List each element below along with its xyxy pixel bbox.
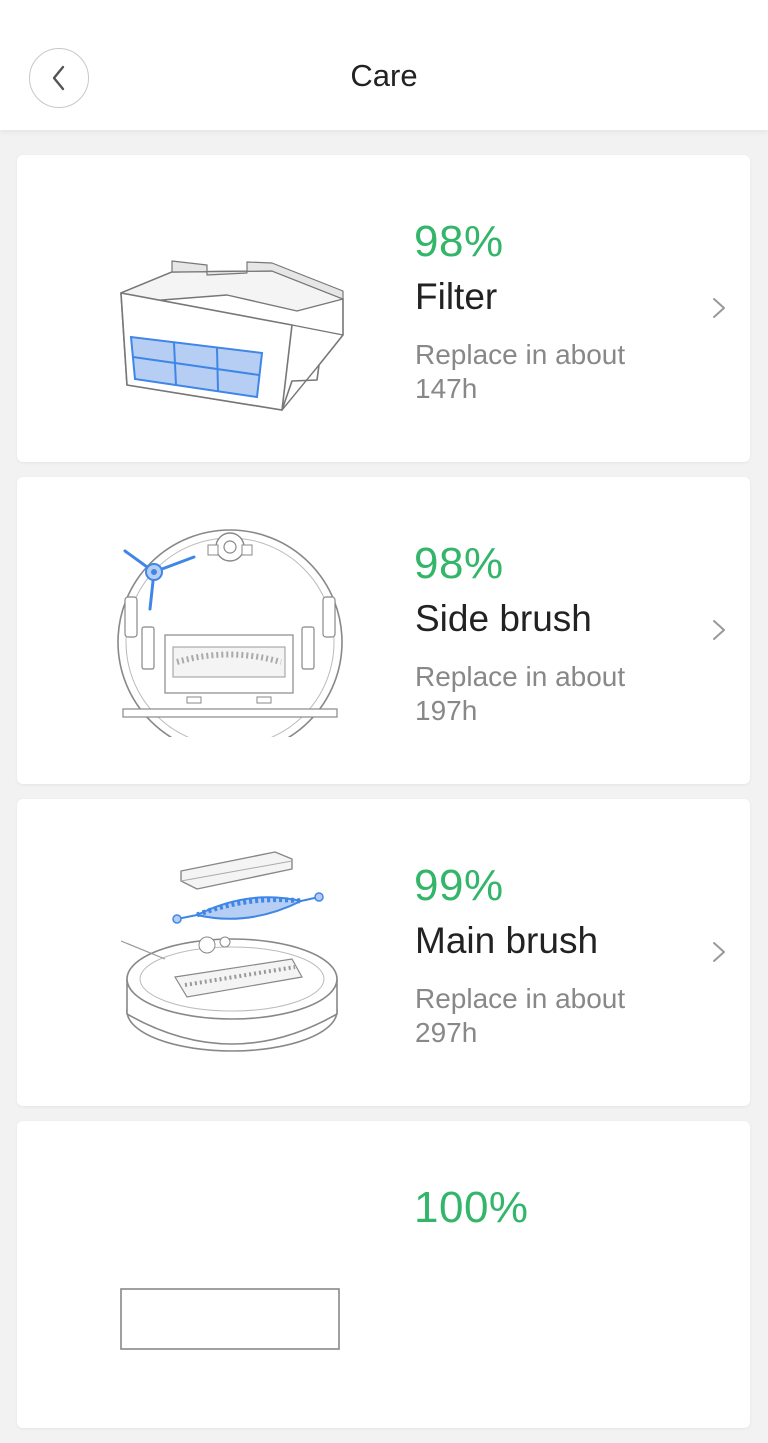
- filter-illustration: [120, 260, 344, 411]
- replace-hours: 147h: [415, 373, 478, 404]
- replace-label: Replace in about: [415, 983, 626, 1014]
- main-brush-percent: 99%: [414, 861, 504, 910]
- page-title: Care: [350, 58, 418, 93]
- main-brush-name: Main brush: [415, 920, 599, 961]
- main-brush-illustration: [120, 851, 338, 1052]
- chevron-right-icon: [713, 620, 725, 640]
- care-list: 98% Filter Replace in about 147h 98% Sid…: [0, 155, 768, 1443]
- sensor-illustration: [120, 1288, 340, 1350]
- filter-name: Filter: [415, 276, 498, 317]
- partial-item-percent: 100%: [414, 1183, 529, 1232]
- replace-hours: 197h: [415, 695, 478, 726]
- care-item-main-brush[interactable]: 99% Main brush Replace in about 297h: [17, 799, 750, 1106]
- top-bar: Care: [0, 0, 768, 130]
- main-brush-replace-text: Replace in about 297h: [415, 982, 675, 1050]
- chevron-right-icon: [713, 942, 725, 962]
- side-brush-name: Side brush: [415, 598, 592, 639]
- replace-label: Replace in about: [415, 339, 626, 370]
- care-item-partial[interactable]: 100%: [17, 1121, 750, 1428]
- filter-percent: 98%: [414, 217, 504, 266]
- replace-hours: 297h: [415, 1017, 478, 1048]
- side-brush-percent: 98%: [414, 539, 504, 588]
- filter-replace-text: Replace in about 147h: [415, 338, 675, 406]
- care-item-side-brush[interactable]: 98% Side brush Replace in about 197h: [17, 477, 750, 784]
- side-brush-illustration: [117, 529, 343, 737]
- replace-label: Replace in about: [415, 661, 626, 692]
- side-brush-replace-text: Replace in about 197h: [415, 660, 675, 728]
- chevron-right-icon: [713, 298, 725, 318]
- care-item-filter[interactable]: 98% Filter Replace in about 147h: [17, 155, 750, 462]
